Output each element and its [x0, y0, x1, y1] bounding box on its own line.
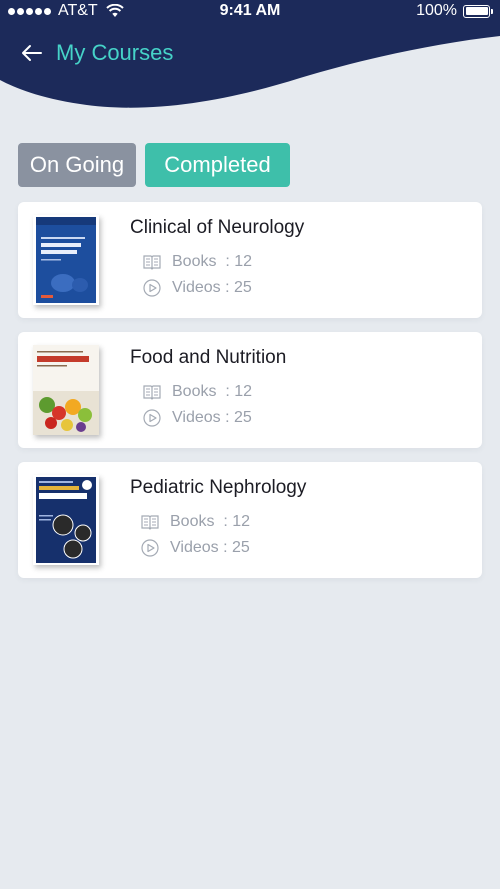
- battery-fill: [465, 7, 488, 15]
- videos-label: Videos : 25: [172, 409, 252, 426]
- book-icon: [141, 515, 159, 530]
- carrier-label: AT&T: [58, 2, 98, 19]
- books-label: Books : 12: [172, 383, 253, 400]
- course-status-tabs: On Going Completed: [18, 143, 290, 187]
- videos-count: Videos : 25: [140, 538, 250, 558]
- battery-percent: 100%: [416, 2, 457, 19]
- books-label: Books : 12: [172, 253, 253, 270]
- books-count: Books : 12: [142, 252, 252, 272]
- book-cover-neurology: [33, 215, 99, 305]
- course-title: Clinical of Neurology: [130, 217, 305, 238]
- course-title: Pediatric Nephrology: [130, 477, 307, 498]
- course-title: Food and Nutrition: [130, 347, 287, 368]
- books-label: Books : 12: [170, 513, 251, 530]
- tab-on-going[interactable]: On Going: [18, 143, 136, 187]
- books-count: Books : 12: [140, 512, 250, 532]
- play-circle-icon: [141, 539, 159, 557]
- books-count: Books : 12: [142, 382, 252, 402]
- tab-completed[interactable]: Completed: [145, 143, 290, 187]
- status-left: AT&T: [8, 2, 124, 20]
- book-icon: [143, 385, 161, 400]
- battery-icon: [463, 4, 493, 18]
- videos-label: Videos : 25: [172, 279, 252, 296]
- course-card[interactable]: Food and Nutrition Books : 12 Videos : 2…: [18, 332, 482, 448]
- book-cover-nutrition: [33, 345, 99, 435]
- videos-count: Videos : 25: [142, 408, 252, 428]
- play-circle-icon: [143, 279, 161, 297]
- page-title: My Courses: [56, 40, 174, 65]
- videos-count: Videos : 25: [142, 278, 252, 298]
- videos-label: Videos : 25: [170, 539, 250, 556]
- wifi-icon: [106, 4, 124, 17]
- play-circle-icon: [143, 409, 161, 427]
- back-arrow-icon[interactable]: [20, 41, 44, 65]
- course-list: Clinical of Neurology Books : 12 Videos …: [18, 202, 482, 592]
- course-card[interactable]: Clinical of Neurology Books : 12 Videos …: [18, 202, 482, 318]
- book-cover-nephrology: [33, 475, 99, 565]
- book-icon: [143, 255, 161, 270]
- course-card[interactable]: Pediatric Nephrology Books : 12 Videos :…: [18, 462, 482, 578]
- status-right: 100%: [416, 2, 493, 20]
- signal-strength-icon: [8, 7, 53, 15]
- status-bar: AT&T 9:41 AM 100%: [0, 0, 500, 24]
